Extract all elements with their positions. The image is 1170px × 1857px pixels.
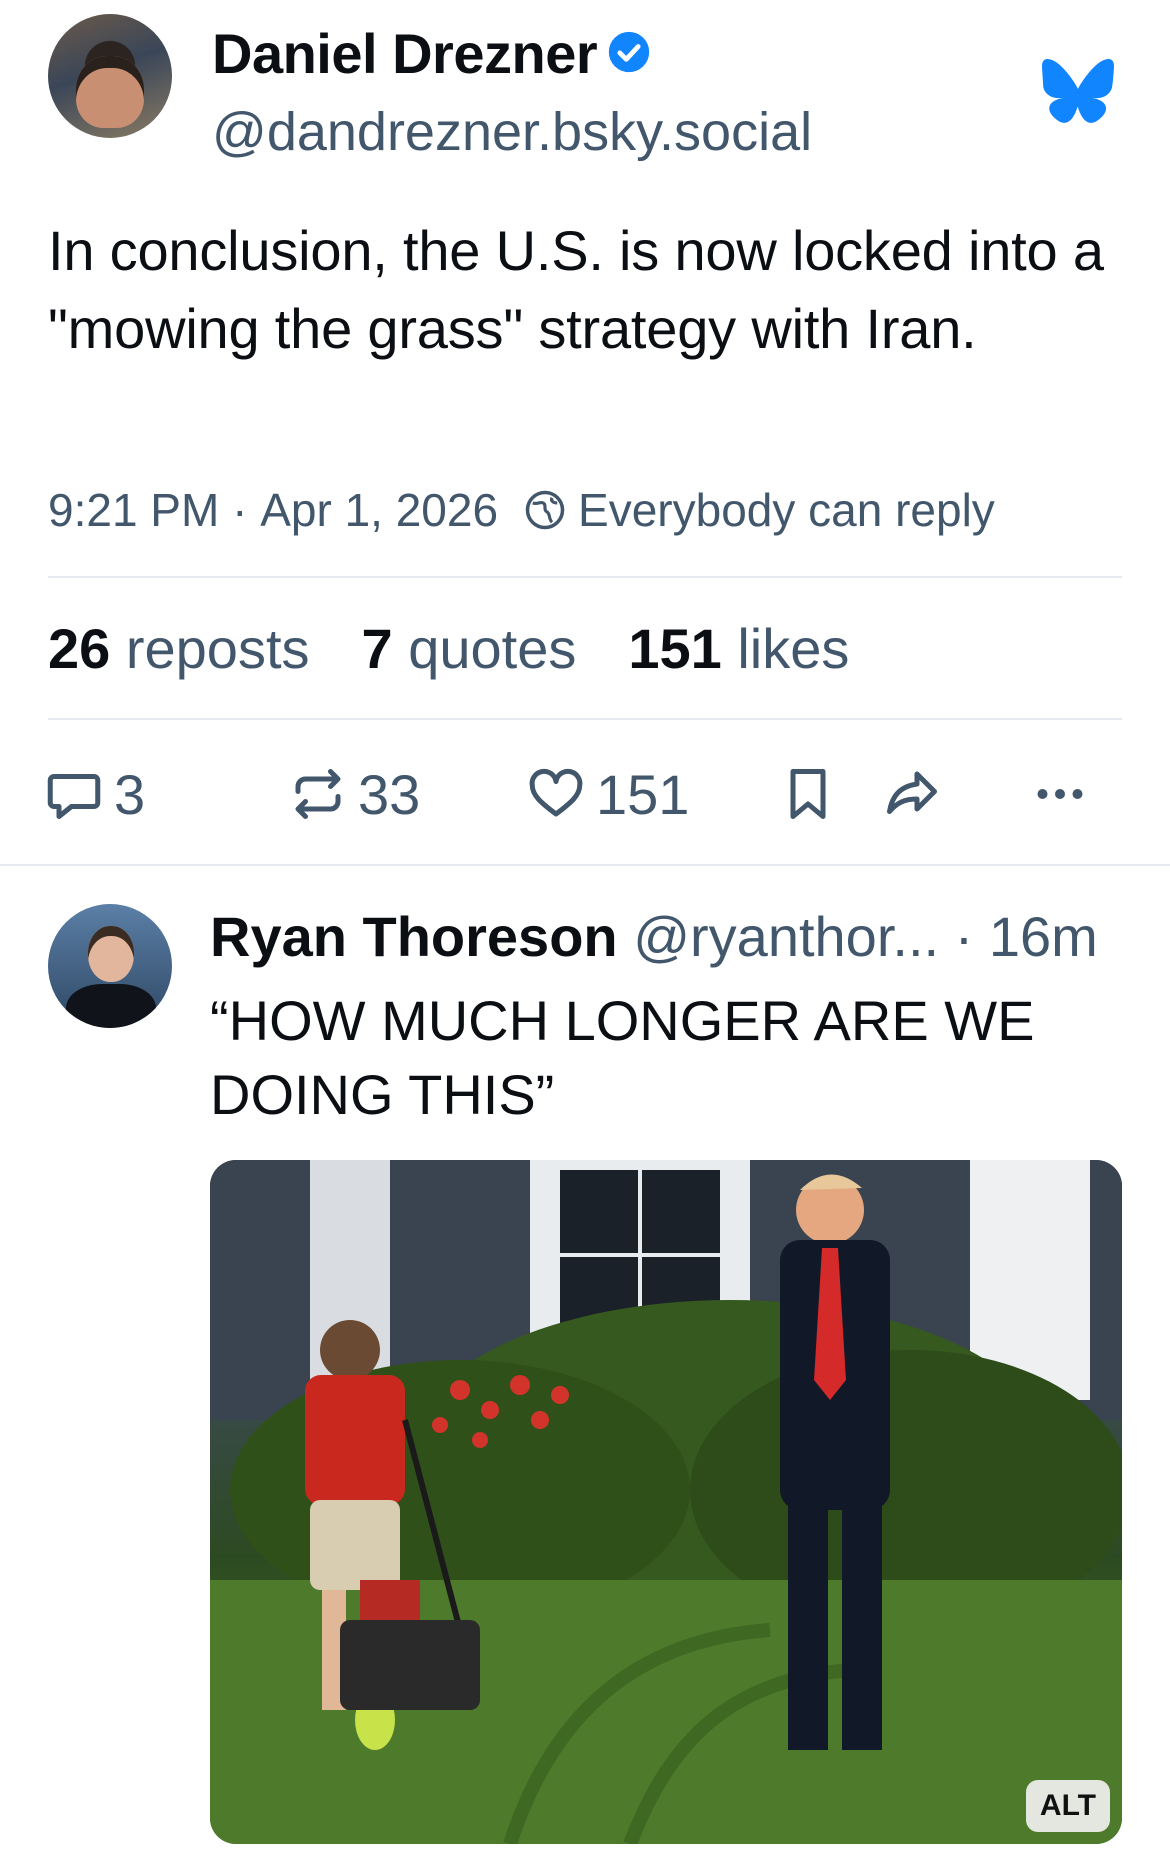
post-meta: 9:21 PM · Apr 1, 2026 Everybody can repl… [48, 480, 995, 540]
share-icon [887, 771, 937, 814]
quotes-label: quotes [408, 617, 577, 680]
post-header: Daniel Drezner @dandrezner.bsky.social [48, 14, 1122, 162]
likes-label: likes [737, 617, 850, 680]
bookmark-icon [790, 769, 826, 819]
repost-icon [295, 769, 341, 819]
reply-image[interactable]: ALT [210, 1160, 1122, 1844]
share-button[interactable] [882, 756, 942, 832]
reply-time: · 16m [954, 905, 1098, 968]
post-text: In conclusion, the U.S. is now locked in… [48, 219, 1104, 360]
reply-header: Ryan Thoreson @ryanthor... · 16m [210, 902, 1098, 972]
reply-button[interactable]: 3 [44, 756, 145, 832]
post-time: 9:21 PM [48, 484, 220, 536]
divider [0, 864, 1170, 866]
divider [48, 718, 1122, 720]
reply-author-name[interactable]: Ryan Thoreson [210, 905, 618, 968]
reply-photo-illustration [210, 1160, 1122, 1844]
quotes-stat[interactable]: 7 quotes [362, 614, 577, 684]
author-name[interactable]: Daniel Drezner [212, 22, 598, 85]
reply-bubble-icon [47, 774, 101, 819]
author-avatar[interactable] [48, 14, 172, 138]
verified-badge-icon [608, 32, 650, 73]
reply-author-handle[interactable]: @ryanthor... [633, 905, 939, 968]
like-button[interactable]: 151 [526, 756, 689, 832]
reposts-label: reposts [125, 617, 310, 680]
globe-icon [525, 490, 565, 530]
meta-separator: · [219, 484, 261, 536]
reply-text: “HOW MUCH LONGER ARE WE DOING THIS” [210, 989, 1035, 1126]
reply-author-avatar[interactable] [48, 904, 172, 1028]
alt-text-badge[interactable]: ALT [1025, 1780, 1110, 1832]
like-count: 151 [596, 762, 690, 826]
more-options-icon [1037, 789, 1083, 799]
author-name-row[interactable]: Daniel Drezner [212, 22, 651, 86]
post-stats: 26 reposts 7 quotes 151 likes [48, 614, 901, 684]
author-handle[interactable]: @dandrezner.bsky.social [212, 100, 812, 164]
more-options-button[interactable] [1030, 756, 1090, 832]
post-actions: 3 33 151 [44, 756, 1124, 832]
repost-count: 33 [358, 762, 421, 826]
reply-count: 3 [114, 762, 146, 826]
heart-icon [529, 768, 583, 817]
reposts-count: 26 [48, 617, 111, 680]
quotes-count: 7 [361, 617, 393, 680]
reposts-stat[interactable]: 26 reposts [48, 614, 310, 684]
bookmark-button[interactable] [778, 756, 838, 832]
post-date: Apr 1, 2026 [260, 484, 499, 536]
likes-stat[interactable]: 151 likes [628, 614, 849, 684]
divider [48, 576, 1122, 578]
repost-button[interactable]: 33 [288, 756, 420, 832]
bluesky-butterfly-icon [1042, 58, 1114, 123]
likes-count: 151 [628, 617, 722, 680]
reply-setting[interactable]: Everybody can reply [578, 480, 995, 540]
